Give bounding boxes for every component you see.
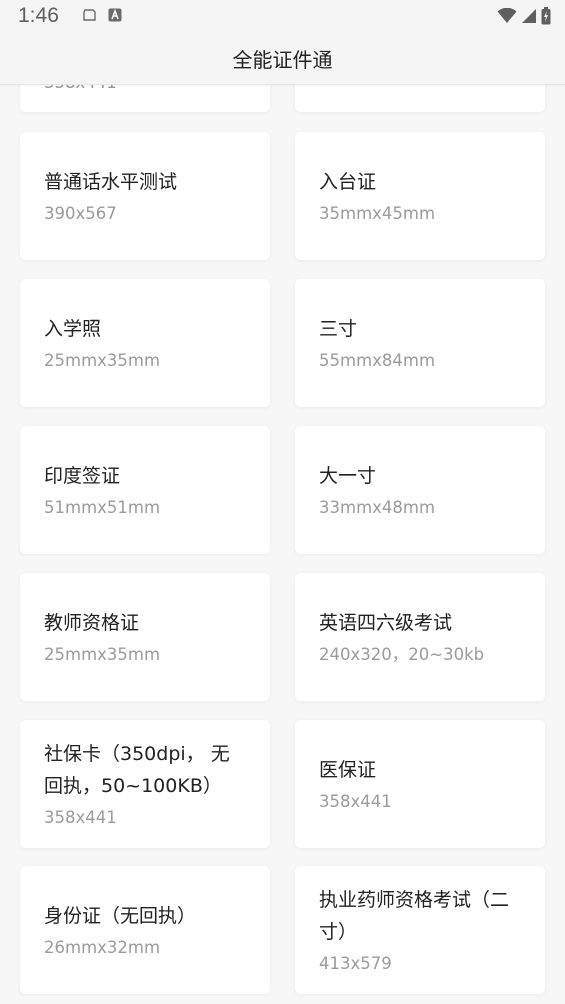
spec-card-putonghua[interactable]: 普通话水平测试 390x567 (20, 132, 270, 260)
card-title: 印度签证 (44, 465, 121, 487)
card-size: 51mmx51mm (44, 498, 161, 517)
spec-card-yingyu[interactable]: 英语四六级考试 240x320，20~30kb (295, 573, 545, 701)
cellular-signal-icon (522, 9, 536, 23)
status-bar: 1:46 (0, 0, 565, 34)
card-size: 55mmx84mm (319, 351, 436, 370)
card-size: 390x567 (44, 204, 117, 223)
spec-card-yindu[interactable]: 印度签证 51mmx51mm (20, 426, 270, 554)
battery-charging-icon (541, 7, 551, 25)
card-size: 358x441 (319, 792, 392, 811)
card-size: 358x441 (44, 808, 117, 827)
card-title: 英语四六级考试 (319, 612, 453, 634)
card-title: 入学照 (44, 318, 102, 340)
card-title: 医保证 (319, 759, 377, 781)
card-title: 执业药师资格考试（二寸） (319, 889, 510, 943)
card-title: 大一寸 (319, 465, 377, 487)
status-icons (497, 7, 551, 25)
card-title: 普通话水平测试 (44, 171, 178, 193)
status-time: 1:46 (18, 4, 59, 27)
spec-card-shenfen[interactable]: 身份证（无回执） 26mmx32mm (20, 866, 270, 994)
spec-card-yibao[interactable]: 医保证 358x441 (295, 720, 545, 848)
spec-card-ruxue[interactable]: 入学照 25mmx35mm (20, 279, 270, 407)
card-size: 26mmx32mm (44, 938, 161, 957)
spec-card-sancun[interactable]: 三寸 55mmx84mm (295, 279, 545, 407)
card-title: 三寸 (319, 318, 358, 340)
wifi-icon (497, 8, 517, 23)
card-size: 25mmx35mm (44, 351, 161, 370)
spec-card-zhiye[interactable]: 执业药师资格考试（二寸） 413x579 (295, 866, 545, 994)
card-title: 社保卡（350dpi， 无回执，50~100KB） (44, 743, 230, 797)
app-notification-icon (108, 8, 122, 22)
spec-card-jiaoshi[interactable]: 教师资格证 25mmx35mm (20, 573, 270, 701)
card-size: 25mmx35mm (44, 645, 161, 664)
spec-card-dayicun[interactable]: 大一寸 33mmx48mm (295, 426, 545, 554)
spec-card-shebao[interactable]: 社保卡（350dpi， 无回执，50~100KB） 358x441 (20, 720, 270, 848)
card-title: 入台证 (319, 171, 377, 193)
card-size: 35mmx45mm (319, 204, 436, 223)
clipboard-notification-icon (83, 9, 96, 21)
card-title: 身份证（无回执） (44, 905, 197, 927)
page-title: 全能证件通 (232, 48, 333, 72)
spec-grid: 358x441 普通话水平测试 390x567 入台证 35mmx45mm 入学… (0, 0, 565, 1004)
card-size: 413x579 (319, 954, 392, 973)
card-title: 教师资格证 (44, 612, 140, 634)
card-size: 240x320，20~30kb (319, 645, 485, 664)
spec-card-rutai[interactable]: 入台证 35mmx45mm (295, 132, 545, 260)
card-size: 33mmx48mm (319, 498, 436, 517)
app-header: 全能证件通 (0, 34, 565, 85)
